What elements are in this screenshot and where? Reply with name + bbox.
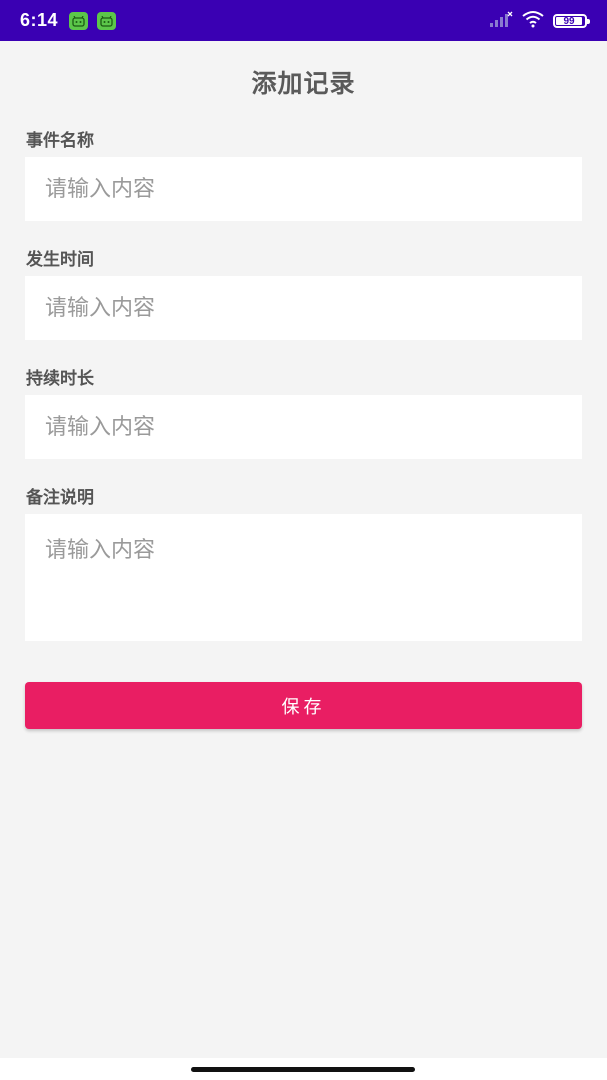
battery-level: 99	[556, 17, 582, 27]
app-notification-icon	[69, 12, 88, 30]
signal-icon	[489, 11, 513, 31]
duration-label: 持续时长	[26, 369, 94, 389]
wifi-icon	[521, 10, 545, 32]
status-bar: 6:14 99	[0, 0, 607, 41]
notes-label: 备注说明	[26, 488, 94, 508]
duration-input[interactable]	[25, 395, 582, 459]
save-button[interactable]: 保存	[25, 682, 582, 729]
status-time: 6:14	[20, 10, 59, 30]
occurrence-time-label: 发生时间	[26, 250, 94, 270]
battery-icon: 99	[553, 14, 590, 28]
status-icons: 99	[489, 10, 590, 32]
notes-textarea[interactable]	[25, 514, 582, 641]
occurrence-time-input[interactable]	[25, 276, 582, 340]
page-title: 添加记录	[251, 69, 356, 98]
app-notification-icon	[97, 12, 116, 30]
event-name-label: 事件名称	[26, 131, 94, 151]
event-name-input[interactable]	[25, 157, 582, 221]
home-indicator[interactable]	[191, 1067, 415, 1072]
